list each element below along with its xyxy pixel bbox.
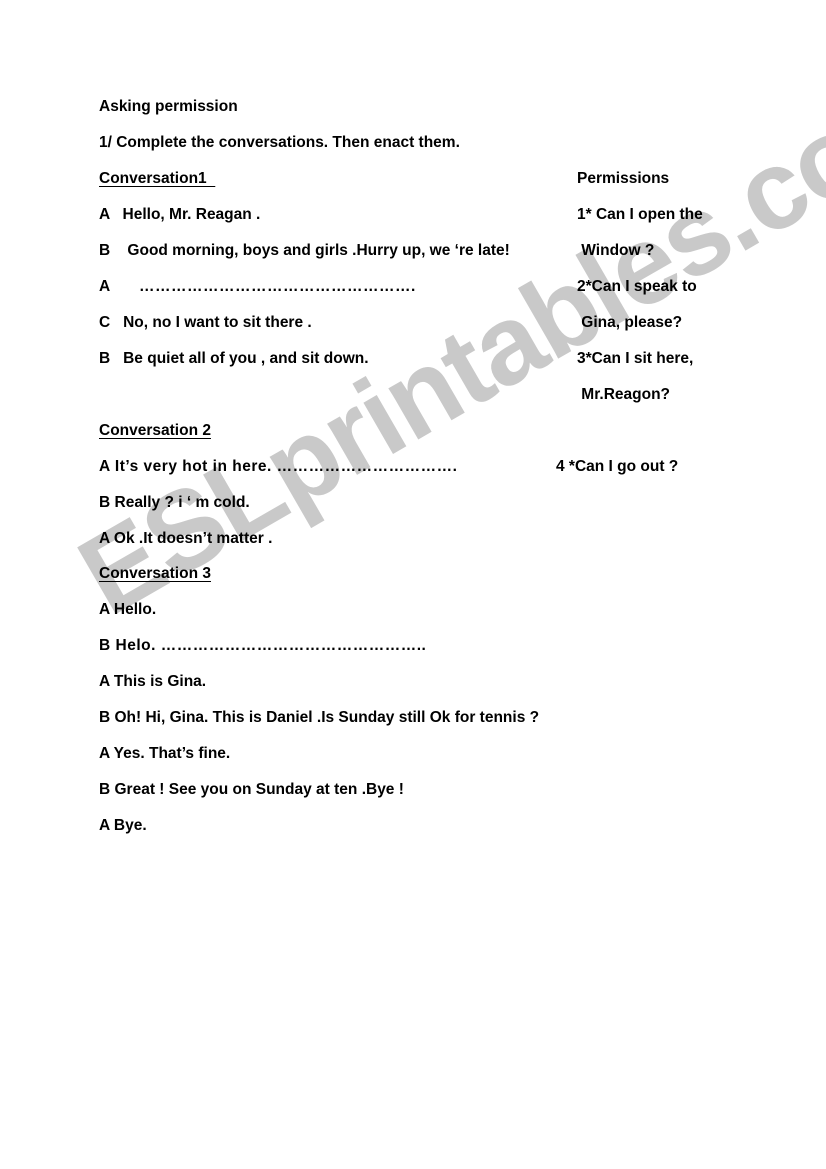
permission-item-3: 3*Can I sit here,: [577, 350, 694, 367]
worksheet-page: ESLprintables.com Asking permission 1/ C…: [0, 0, 826, 1169]
conversation-3-line-2: B Helo. …………………………………………..: [99, 637, 427, 654]
conversation-3-line-4: B Oh! Hi, Gina. This is Daniel .Is Sunda…: [99, 709, 540, 726]
conversation-1-line-5: B Be quiet all of you , and sit down.: [99, 350, 369, 367]
conversation-1-line-2: B Good morning, boys and girls .Hurry up…: [99, 242, 510, 259]
instruction-text: 1/ Complete the conversations. Then enac…: [99, 134, 460, 151]
conversation-3-heading: Conversation 3: [99, 565, 211, 582]
conversation-3-line-6: B Great ! See you on Sunday at ten .Bye …: [99, 781, 404, 798]
permission-item-1: 1* Can I open the: [577, 206, 703, 223]
conversation-1-line-1: A Hello, Mr. Reagan .: [99, 206, 261, 223]
conversation-1-heading: Conversation1: [99, 170, 216, 187]
permission-item-2: 2*Can I speak to: [577, 278, 697, 295]
conversation-2-heading: Conversation 2: [99, 422, 211, 439]
conversation-3-line-1: A Hello.: [99, 601, 157, 618]
permissions-heading: Permissions: [577, 170, 670, 187]
page-title: Asking permission: [99, 98, 238, 115]
conversation-3-line-7: A Bye.: [99, 817, 147, 834]
conversation-2-line-2: B Really ? i ‘ m cold.: [99, 494, 250, 511]
permission-item-1-cont: Window ?: [577, 242, 655, 259]
permission-item-4: 4 *Can I go out ?: [556, 458, 679, 475]
conversation-2-line-3: A Ok .It doesn’t matter .: [99, 530, 273, 547]
document-text-layer: Asking permission 1/ Complete the conver…: [0, 0, 826, 1169]
conversation-1-line-3-blank: A …………………………………………….: [99, 278, 416, 295]
conversation-2-line-1: A It’s very hot in here. …………………………….: [99, 458, 458, 475]
permission-item-2-cont: Gina, please?: [577, 314, 683, 331]
conversation-3-line-5: A Yes. That’s fine.: [99, 745, 231, 762]
permission-item-3-cont: Mr.Reagon?: [577, 386, 671, 403]
conversation-1-line-4: C No, no I want to sit there .: [99, 314, 312, 331]
conversation-3-line-3: A This is Gina.: [99, 673, 207, 690]
